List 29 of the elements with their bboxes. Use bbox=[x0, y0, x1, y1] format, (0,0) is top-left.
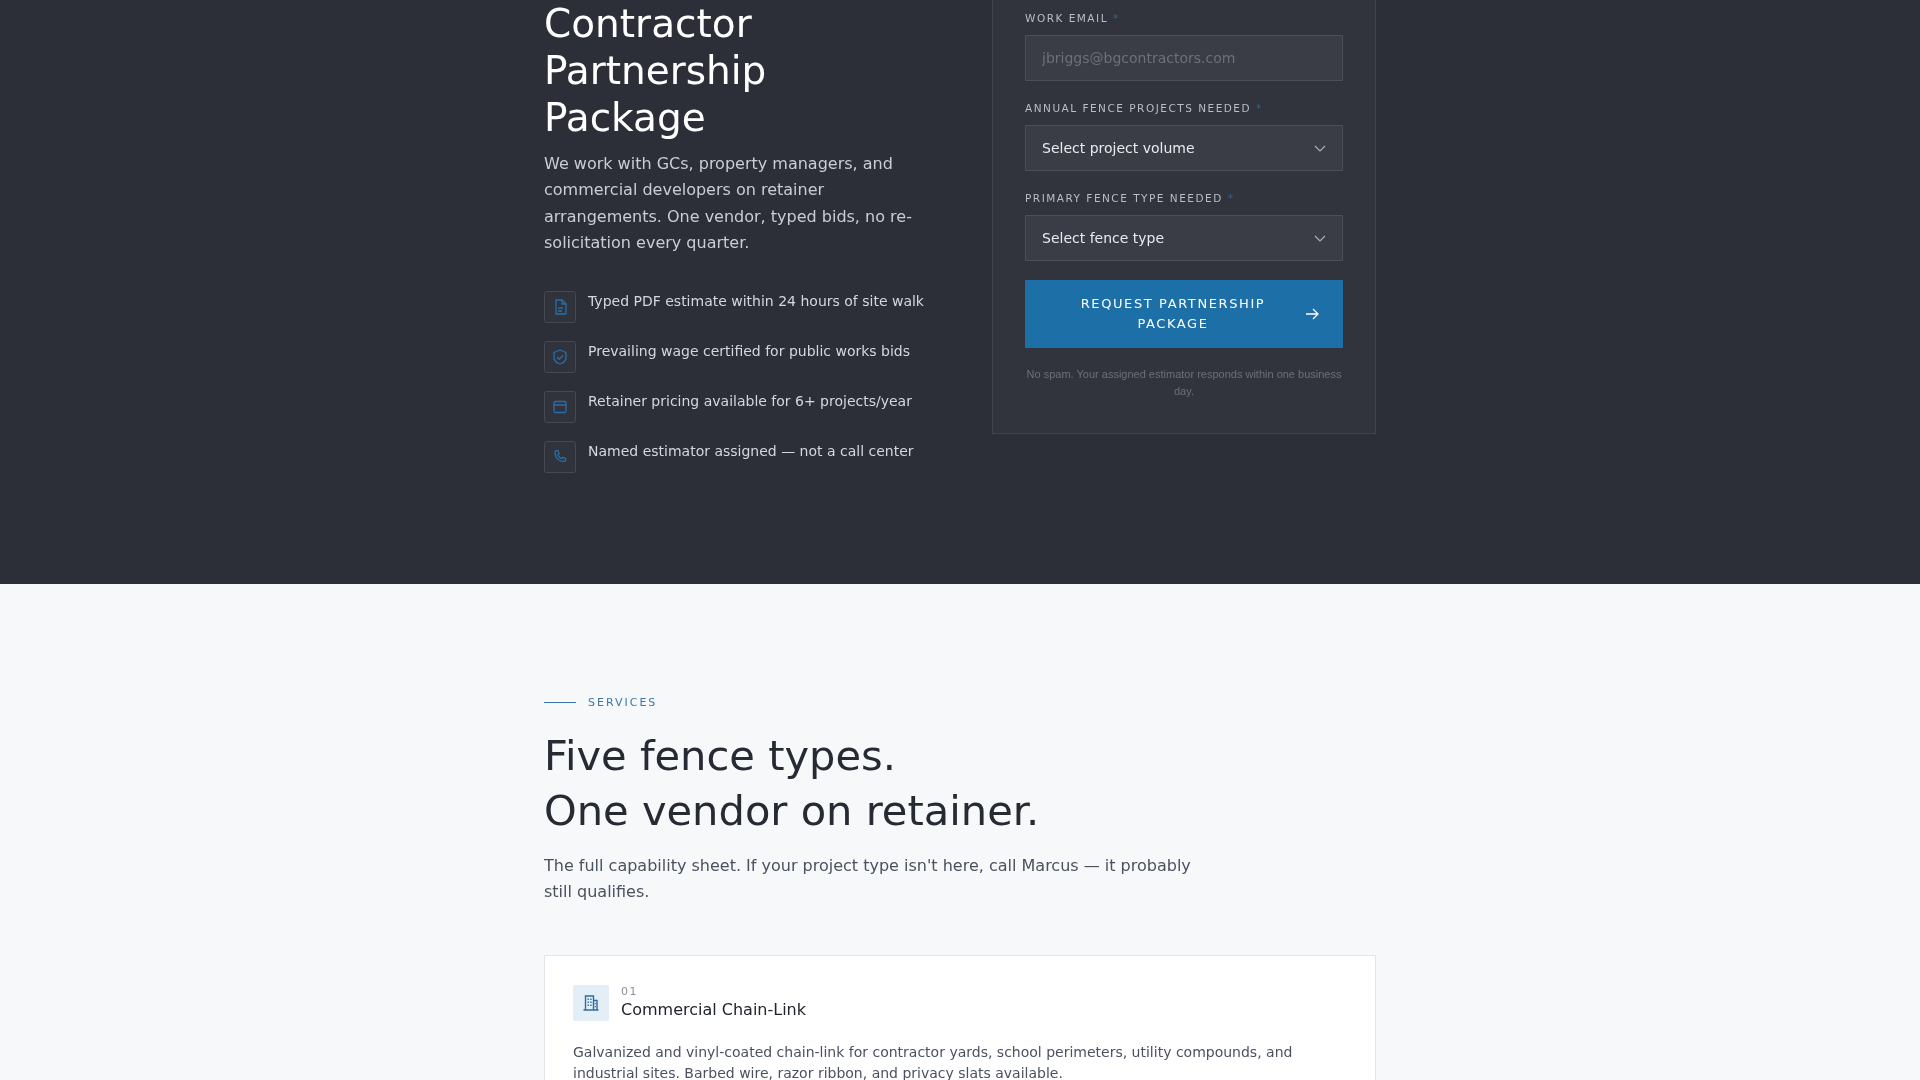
feature-text: Typed PDF estimate within 24 hours of site walk bbox=[588, 291, 924, 311]
card-description: Galvanized and vinyl-coated chain-link for contractor yards, school perimeters, utility compounds, and industrial sites. Barbed wire, razor ribbon, and privacy slats available. bbox=[573, 1042, 1294, 1080]
shield-check-icon bbox=[544, 340, 576, 373]
chevron-down-icon bbox=[1314, 144, 1326, 152]
required-asterisk: * bbox=[1113, 11, 1119, 26]
phone-icon bbox=[544, 440, 576, 473]
section-intro: The full capability sheet. If your project type isn't here, call Marcus — it probably still qualifies. bbox=[544, 854, 1192, 903]
document-icon bbox=[544, 290, 576, 323]
feature-text: Prevailing wage certified for public works bids bbox=[588, 341, 911, 361]
hero-description: We work with GCs, property managers, and commercial developers on retainer arrangements. One vendor, typed bids, no re-solicitation every quarter. bbox=[544, 153, 913, 255]
hero-title: Contractor Partnership Package bbox=[544, 0, 768, 141]
field-label: PRIMARY FENCE TYPE NEEDED bbox=[1025, 191, 1223, 206]
dropdown[interactable]: Select fence type bbox=[1025, 215, 1343, 261]
feature-text: Retainer pricing available for 6+ projects/year bbox=[588, 391, 912, 411]
calendar-icon bbox=[544, 390, 576, 423]
arrow-right-icon bbox=[1305, 308, 1319, 320]
card-title: Commercial Chain-Link bbox=[621, 998, 807, 1021]
dropdown[interactable]: Select project volume bbox=[1025, 125, 1343, 171]
feature-text: Named estimator assigned — not a call center bbox=[588, 441, 914, 461]
request-package-button[interactable]: REQUEST PARTNERSHIP PACKAGE bbox=[1025, 280, 1343, 348]
field-label: WORK EMAIL bbox=[1025, 11, 1108, 26]
required-asterisk: * bbox=[1256, 101, 1262, 116]
building-icon bbox=[573, 984, 609, 1021]
chevron-down-icon bbox=[1314, 234, 1326, 242]
field-label: ANNUAL FENCE PROJECTS NEEDED bbox=[1025, 101, 1252, 116]
section-eyebrow: SERVICES bbox=[588, 695, 658, 710]
required-asterisk: * bbox=[1227, 191, 1233, 206]
card-number: 01 bbox=[621, 984, 639, 999]
section-heading: Five fence types. One vendor on retainer. bbox=[544, 729, 1041, 837]
